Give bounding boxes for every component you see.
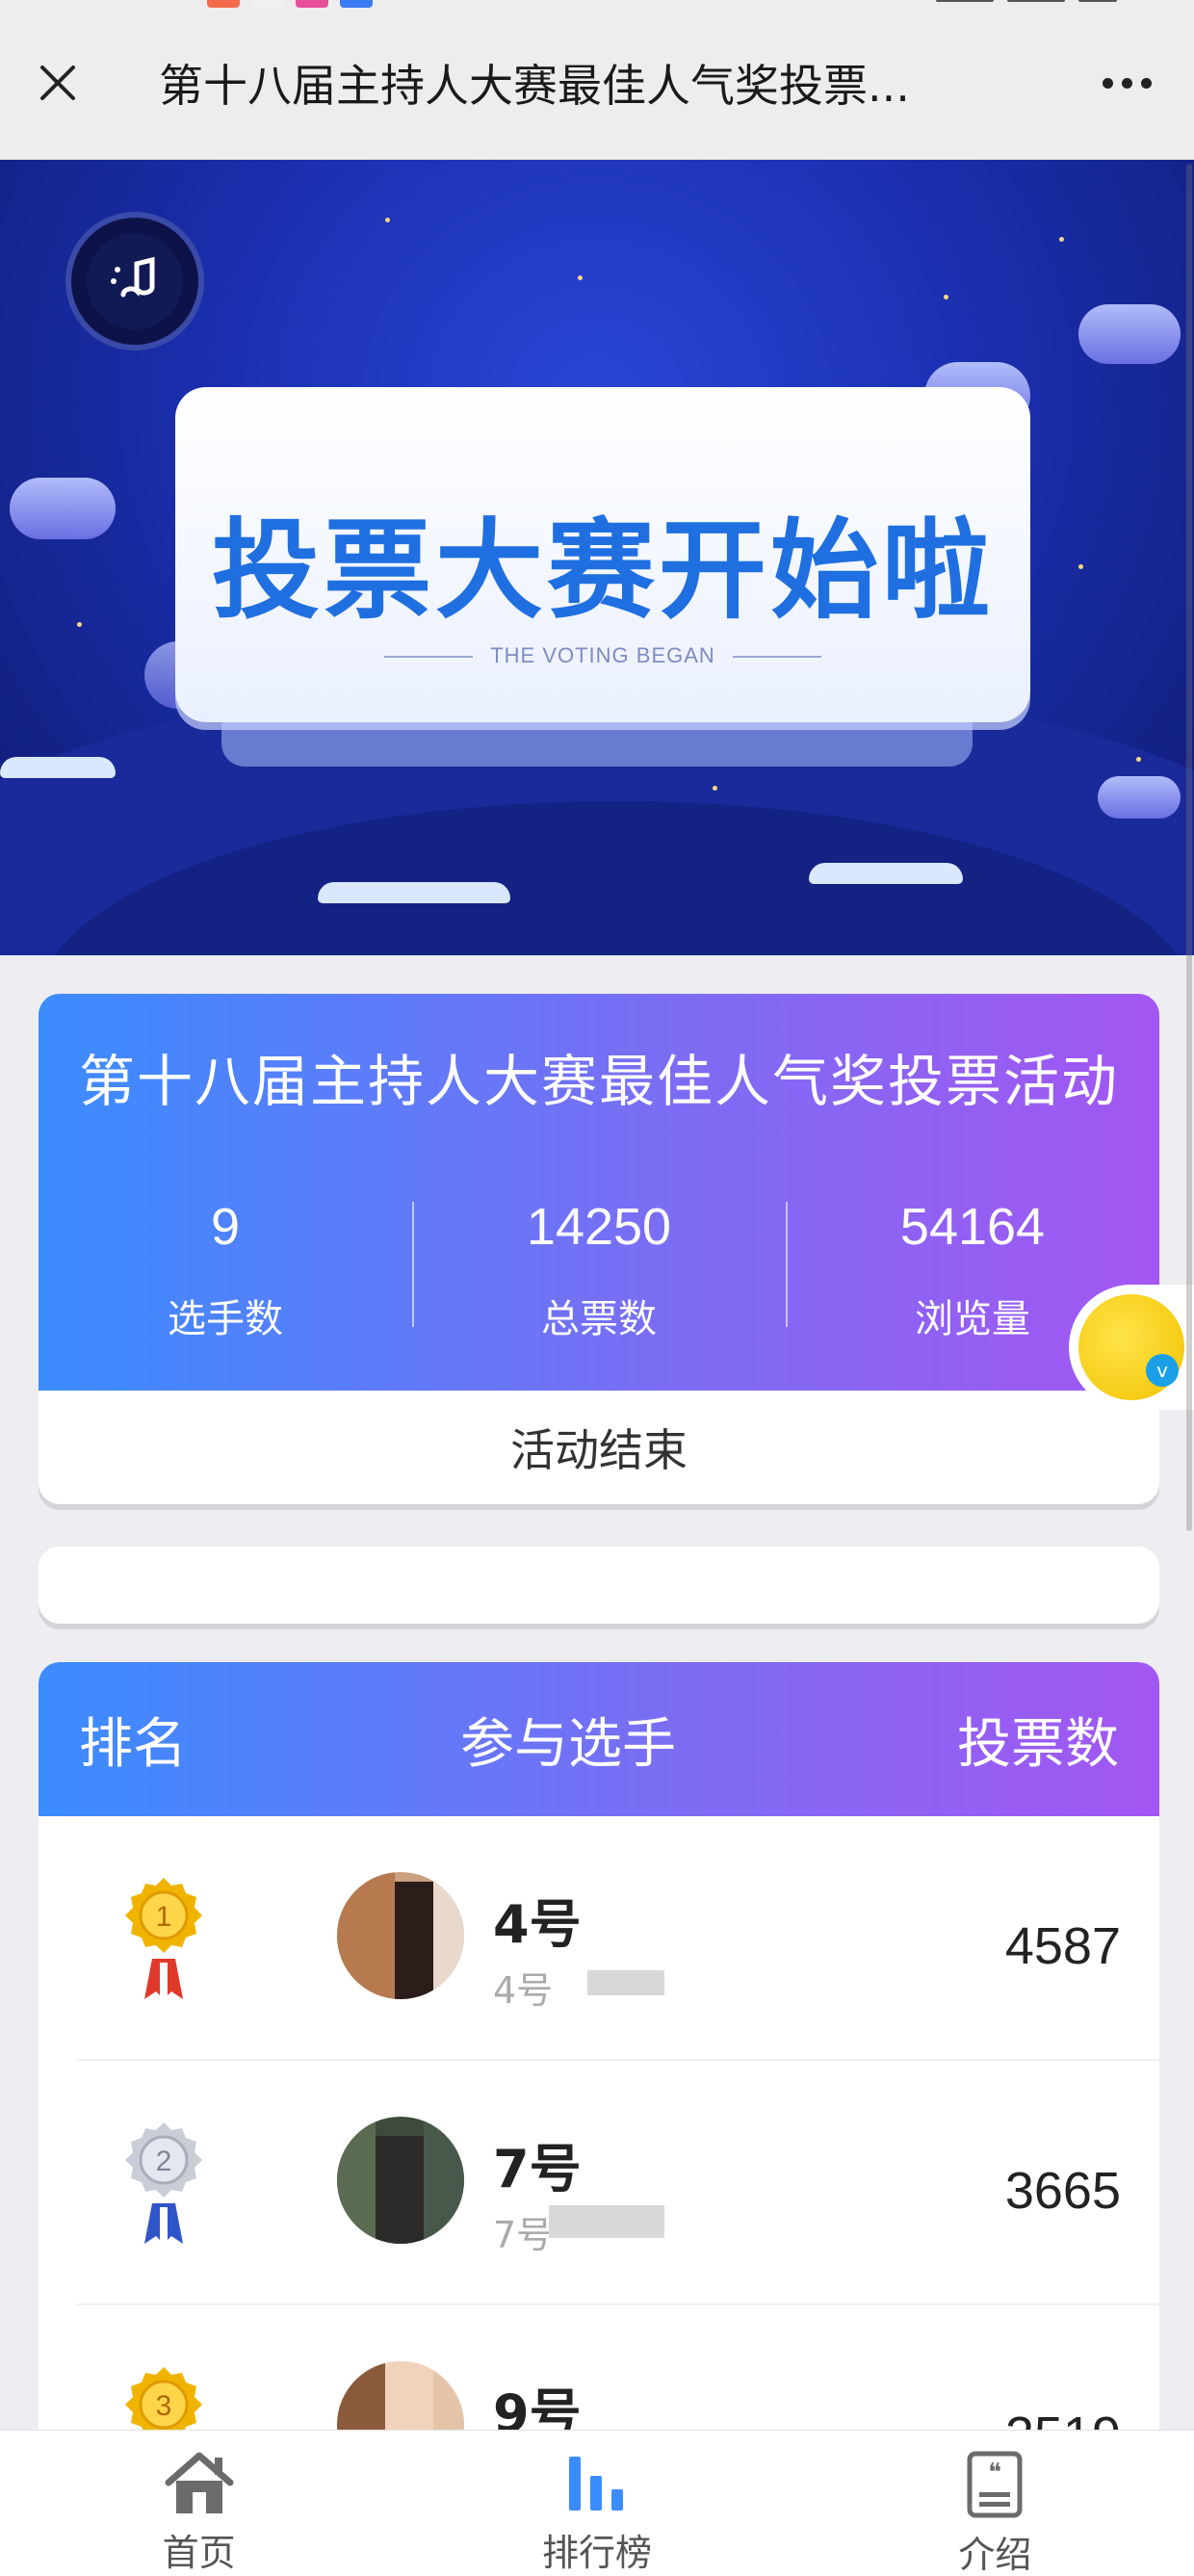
close-button[interactable] <box>29 54 87 112</box>
avatar <box>337 2117 464 2244</box>
banner-headline: 投票大赛开始啦 <box>212 508 994 634</box>
stat-value: 14250 <box>526 1198 672 1256</box>
tab-label: 排行榜 <box>541 2532 652 2574</box>
scrollbar[interactable] <box>1186 164 1192 1531</box>
svg-text:❝: ❝ <box>988 2459 1001 2487</box>
vote-count: 4587 <box>1004 1917 1121 1975</box>
bottom-tab-bar: 首页 排行榜 ❝ 介绍 <box>0 2430 1194 2576</box>
tab-label: 首页 <box>162 2532 236 2574</box>
activity-status: 活动结束 <box>39 1391 1159 1504</box>
ranking-row[interactable]: 1 4号 4号 4587 <box>77 1816 1159 2061</box>
stat-value: 9 <box>210 1198 241 1256</box>
activity-title: 第十八届主持人大赛最佳人气奖投票活动 <box>78 1049 1119 1114</box>
mascot-icon: v <box>1078 1294 1184 1400</box>
stat-total-votes: 14250 总票数 <box>412 1196 786 1343</box>
player-name: 4号 <box>493 1894 582 1955</box>
tab-label: 介绍 <box>958 2534 1032 2576</box>
banner: 投票大赛开始啦 THE VOTING BEGAN <box>0 160 1194 955</box>
music-note-icon <box>111 256 155 298</box>
tab-intro[interactable]: ❝ 介绍 <box>796 2431 1194 2576</box>
quote-document-icon: ❝ <box>967 2451 1023 2518</box>
gold-medal-icon: 1 <box>125 1878 202 1999</box>
ranking-row[interactable]: 2 7号 7号 3665 <box>77 2061 1159 2305</box>
activity-header: 第十八届主持人大赛最佳人气奖投票活动 9 选手数 14250 总票数 54164… <box>39 994 1159 1391</box>
header-player: 参与选手 <box>460 1712 676 1776</box>
tab-home[interactable]: 首页 <box>0 2431 398 2576</box>
more-button[interactable] <box>1088 54 1165 112</box>
ranking-header: 排名 参与选手 投票数 <box>39 1662 1159 1816</box>
verified-badge-icon: v <box>1146 1354 1179 1387</box>
home-icon <box>165 2452 234 2513</box>
svg-text:3: 3 <box>156 2390 172 2422</box>
avatar <box>337 1872 464 1999</box>
header-rank: 排名 <box>79 1712 187 1776</box>
player-name: 7号 <box>493 2139 582 2199</box>
status-system-icons <box>936 0 1117 2</box>
vote-count: 3665 <box>1004 2162 1121 2220</box>
title-bar: 第十八届主持人大赛最佳人气奖投票... <box>0 17 1194 160</box>
page-title: 第十八届主持人大赛最佳人气奖投票... <box>159 60 910 112</box>
header-votes: 投票数 <box>957 1712 1119 1776</box>
more-icon <box>1102 77 1113 89</box>
activity-card: 第十八届主持人大赛最佳人气奖投票活动 9 选手数 14250 总票数 54164… <box>39 994 1159 1514</box>
banner-logo <box>65 212 204 351</box>
status-notification-icons <box>207 0 373 8</box>
banner-card: 投票大赛开始啦 THE VOTING BEGAN <box>175 387 1030 722</box>
stat-label: 总票数 <box>541 1296 657 1341</box>
banner-subline: THE VOTING BEGAN <box>175 643 1030 668</box>
pixelated-text <box>587 1970 664 1995</box>
player-subtitle: 7号 <box>493 2214 554 2256</box>
activity-stats: 9 选手数 14250 总票数 54164 浏览量 <box>39 1196 1159 1343</box>
silver-medal-icon: 2 <box>125 2122 202 2244</box>
player-subtitle: 4号 <box>493 1969 554 2012</box>
bar-chart-icon <box>568 2457 623 2511</box>
svg-text:1: 1 <box>156 1901 172 1933</box>
floating-mascot-button[interactable]: v <box>1069 1285 1194 1410</box>
stat-players: 9 选手数 <box>39 1196 412 1343</box>
svg-text:2: 2 <box>156 2146 172 2177</box>
stat-value: 54164 <box>899 1198 1046 1256</box>
close-icon <box>40 65 75 100</box>
pixelated-text <box>549 2205 664 2238</box>
stat-label: 选手数 <box>168 1296 283 1341</box>
notice-card <box>39 1547 1159 1624</box>
tab-ranking[interactable]: 排行榜 <box>398 2431 795 2576</box>
status-bar <box>0 0 1194 17</box>
